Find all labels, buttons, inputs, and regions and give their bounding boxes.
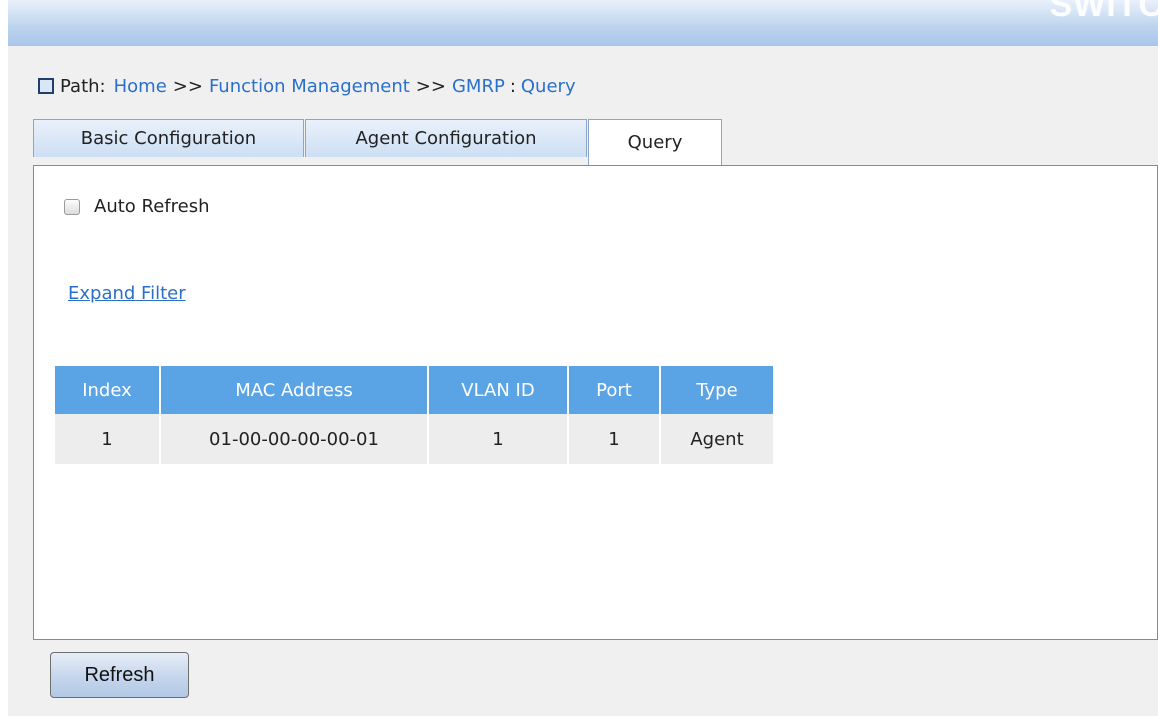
top-banner: SWITC [8,0,1158,46]
cell-port: 1 [568,414,661,464]
app-frame: SWITC Path: Home >> Function Management … [0,0,1158,716]
breadcrumb: Path: Home >> Function Management >> GMR… [38,74,576,98]
table-header-row: Index MAC Address VLAN ID Port Type [55,366,773,414]
cell-type: Agent [660,414,773,464]
breadcrumb-separator: >> [172,75,203,97]
main-content: Path: Home >> Function Management >> GMR… [8,46,1158,716]
gmrp-query-table: Index MAC Address VLAN ID Port Type 1 01… [55,366,773,464]
breadcrumb-current: Query [520,75,576,97]
breadcrumb-function-management[interactable]: Function Management [209,76,410,97]
column-header-vlan-id: VLAN ID [428,366,569,414]
expand-filter-link[interactable]: Expand Filter [68,283,186,304]
column-header-type: Type [660,366,773,414]
breadcrumb-home[interactable]: Home [114,76,167,97]
tab-basic-configuration[interactable]: Basic Configuration [33,119,304,157]
column-header-index: Index [55,366,161,414]
cell-mac-address: 01-00-00-00-00-01 [160,414,429,464]
breadcrumb-separator: >> [415,75,446,97]
auto-refresh-checkbox[interactable] [64,198,80,215]
auto-refresh-control[interactable]: Auto Refresh [64,196,210,217]
refresh-button[interactable]: Refresh [50,652,189,698]
cell-vlan-id: 1 [428,414,569,464]
tab-agent-configuration[interactable]: Agent Configuration [305,119,587,157]
tab-query[interactable]: Query [588,119,722,165]
left-strip [0,0,8,716]
path-square-icon [38,78,54,94]
breadcrumb-colon: : [509,75,516,97]
path-label: Path: [60,75,106,97]
query-panel: Auto Refresh Expand Filter Index MAC Add… [33,165,1158,640]
table-row: 1 01-00-00-00-00-01 1 1 Agent [55,414,773,464]
breadcrumb-gmrp[interactable]: GMRP [452,76,505,97]
banner-title: SWITC [1049,0,1158,24]
column-header-port: Port [568,366,661,414]
auto-refresh-label: Auto Refresh [94,196,210,217]
cell-index: 1 [55,414,161,464]
column-header-mac-address: MAC Address [160,366,429,414]
